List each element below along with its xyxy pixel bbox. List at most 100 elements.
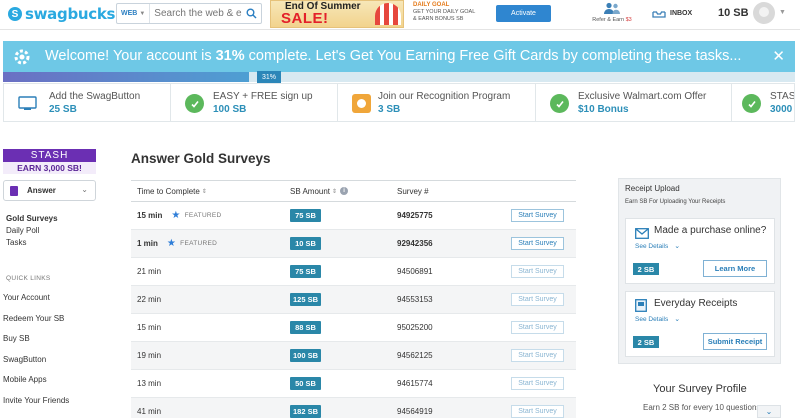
check-circle-icon xyxy=(185,94,204,113)
people-icon xyxy=(604,2,620,14)
start-survey-button[interactable]: Start Survey xyxy=(511,293,564,306)
task-card[interactable]: STASH 3000 xyxy=(732,84,794,121)
refer-and-earn-link[interactable]: Refer & Earn $3 xyxy=(589,2,635,23)
quick-link-buy-sb[interactable]: Buy SB xyxy=(3,333,96,354)
survey-profile-title: Your Survey Profile xyxy=(653,383,747,395)
table-row: 13 min 50 SB 94615774 Start Survey xyxy=(131,370,576,398)
quick-link-swagbutton[interactable]: SwagButton xyxy=(3,354,96,375)
survey-number: 94564919 xyxy=(397,407,433,416)
quick-link-redeem[interactable]: Redeem Your SB xyxy=(3,313,96,334)
account-progress-bar xyxy=(3,72,795,82)
check-circle-icon xyxy=(742,94,761,113)
column-sb-amount[interactable]: SB Amount ⇕ i xyxy=(288,187,397,196)
welcome-banner: Welcome! Your account is 31% complete. L… xyxy=(3,41,795,72)
sort-icon: ⇕ xyxy=(332,188,338,195)
progress-fill xyxy=(3,72,249,82)
close-icon[interactable]: ✕ xyxy=(772,47,785,65)
column-survey-number: Survey # xyxy=(397,186,429,196)
featured-badge: ★ FEATURED xyxy=(171,210,222,221)
swagbucks-logo[interactable]: S swagbucks xyxy=(8,5,115,23)
quick-link-invite-friends[interactable]: Invite Your Friends xyxy=(3,395,96,416)
inbox-link[interactable]: INBOX xyxy=(652,8,692,18)
sort-icon: ⇕ xyxy=(201,188,207,195)
table-row: 15 min ★ FEATURED 75 SB 94925775 Start Sur… xyxy=(131,202,576,230)
table-row: 15 min 88 SB 95025200 Start Survey xyxy=(131,314,576,342)
start-survey-button[interactable]: Start Survey xyxy=(511,265,564,278)
task-card[interactable]: Join our Recognition Program 3 SB xyxy=(338,84,536,121)
start-survey-button[interactable]: Start Survey xyxy=(511,209,564,222)
start-survey-button[interactable]: Start Survey xyxy=(511,377,564,390)
sale-banner-ad[interactable]: End Of Summer SALE! xyxy=(270,0,404,28)
start-survey-button[interactable]: Start Survey xyxy=(511,349,564,362)
search-input[interactable] xyxy=(150,8,243,19)
umbrella-icon xyxy=(375,3,401,25)
check-circle-icon xyxy=(550,94,569,113)
survey-number: 94562125 xyxy=(397,351,433,360)
avatar[interactable] xyxy=(753,2,775,24)
clipboard-icon xyxy=(10,185,18,196)
start-survey-button[interactable]: Start Survey xyxy=(511,321,564,334)
top-header: S swagbucks WEB▼ End Of Summer SALE! DAI… xyxy=(0,0,800,30)
survey-number: 94615774 xyxy=(397,379,433,388)
survey-number: 94925775 xyxy=(397,211,433,220)
recognition-icon xyxy=(352,94,371,113)
chevron-down-icon[interactable]: ⌄ xyxy=(757,405,781,418)
onboarding-tasks: Add the SwagButton 25 SB EASY + FREE sig… xyxy=(3,83,795,122)
task-card[interactable]: EASY + FREE sign up 100 SB xyxy=(171,84,338,121)
ad-sale-text: SALE! xyxy=(281,10,329,27)
info-icon[interactable]: i xyxy=(340,187,349,195)
start-survey-button[interactable]: Start Survey xyxy=(511,405,564,418)
learn-more-button[interactable]: Learn More xyxy=(703,260,767,277)
survey-number: 95025200 xyxy=(397,323,433,332)
sb-amount-badge: 75 SB xyxy=(290,265,321,278)
table-header: Time to Complete ⇕ SB Amount ⇕ i Survey # xyxy=(131,181,576,202)
subnav-item-daily-poll[interactable]: Daily Poll xyxy=(6,225,58,237)
receipt-panel-subtitle: Earn SB For Uploading Your Receipts xyxy=(625,199,726,205)
quick-link-your-account[interactable]: Your Account xyxy=(3,292,96,313)
task-card[interactable]: Exclusive Walmart.com Offer $10 Bonus xyxy=(536,84,732,121)
submit-receipt-button[interactable]: Submit Receipt xyxy=(703,333,767,350)
search-icon[interactable] xyxy=(242,4,261,23)
quick-links: Your Account Redeem Your SB Buy SB SwagB… xyxy=(3,292,96,415)
logo-text: swagbucks xyxy=(25,5,116,23)
sb-amount-badge: 100 SB xyxy=(290,349,321,362)
sb-amount-badge: 50 SB xyxy=(290,377,321,390)
stash-promo[interactable]: STASH EARN 3,000 SB! xyxy=(3,149,96,174)
start-survey-button[interactable]: Start Survey xyxy=(511,237,564,250)
chevron-down-icon: ⌄ xyxy=(81,185,88,194)
receipt-upload-panel: Receipt Upload Earn SB For Uploading You… xyxy=(618,178,781,364)
table-row: 22 min 125 SB 94553153 Start Survey xyxy=(131,286,576,314)
search-scope-select[interactable]: WEB ▼ xyxy=(117,4,151,23)
sb-balance[interactable]: 10 SB xyxy=(718,7,749,19)
receipt-card-online: Made a purchase online? See Details ⌄ 2 S… xyxy=(625,218,775,284)
subnav-item-tasks[interactable]: Tasks xyxy=(6,237,58,249)
surveys-table: Time to Complete ⇕ SB Amount ⇕ i Survey # 1… xyxy=(131,180,576,418)
survey-number: 94506891 xyxy=(397,267,433,276)
sb-amount-badge: 10 SB xyxy=(290,237,321,250)
quick-links-heading: QUICK LINKS xyxy=(6,275,51,282)
chevron-down-icon: ▼ xyxy=(139,10,146,17)
star-icon: ★ xyxy=(166,238,177,249)
swagbutton-icon xyxy=(18,94,37,113)
star-icon: ★ xyxy=(171,210,181,221)
subnav-item-gold-surveys[interactable]: Gold Surveys xyxy=(6,213,58,225)
progress-label: 31% xyxy=(257,71,281,83)
survey-number: 94553153 xyxy=(397,295,433,304)
see-details-link[interactable]: See Details ⌄ xyxy=(635,242,680,250)
quick-link-mobile-apps[interactable]: Mobile Apps xyxy=(3,374,96,395)
gear-icon xyxy=(12,47,32,72)
see-details-link[interactable]: See Details ⌄ xyxy=(635,315,680,323)
page-title: Answer Gold Surveys xyxy=(131,151,271,166)
task-card[interactable]: Add the SwagButton 25 SB xyxy=(4,84,171,121)
column-time[interactable]: Time to Complete ⇕ xyxy=(131,187,288,196)
sb-amount-badge: 2 SB xyxy=(633,336,659,348)
receipt-panel-title: Receipt Upload xyxy=(625,184,680,193)
earn-category-dropdown[interactable]: Answer ⌄ xyxy=(3,180,96,201)
inbox-icon xyxy=(652,11,666,18)
chevron-down-icon[interactable]: ▼ xyxy=(779,9,786,16)
table-row: 41 min 182 SB 94564919 Start Survey xyxy=(131,398,576,418)
sb-amount-badge: 75 SB xyxy=(290,209,321,222)
search-bar: WEB ▼ xyxy=(116,3,262,24)
sb-amount-badge: 182 SB xyxy=(290,405,321,418)
activate-button[interactable]: Activate xyxy=(496,5,551,22)
